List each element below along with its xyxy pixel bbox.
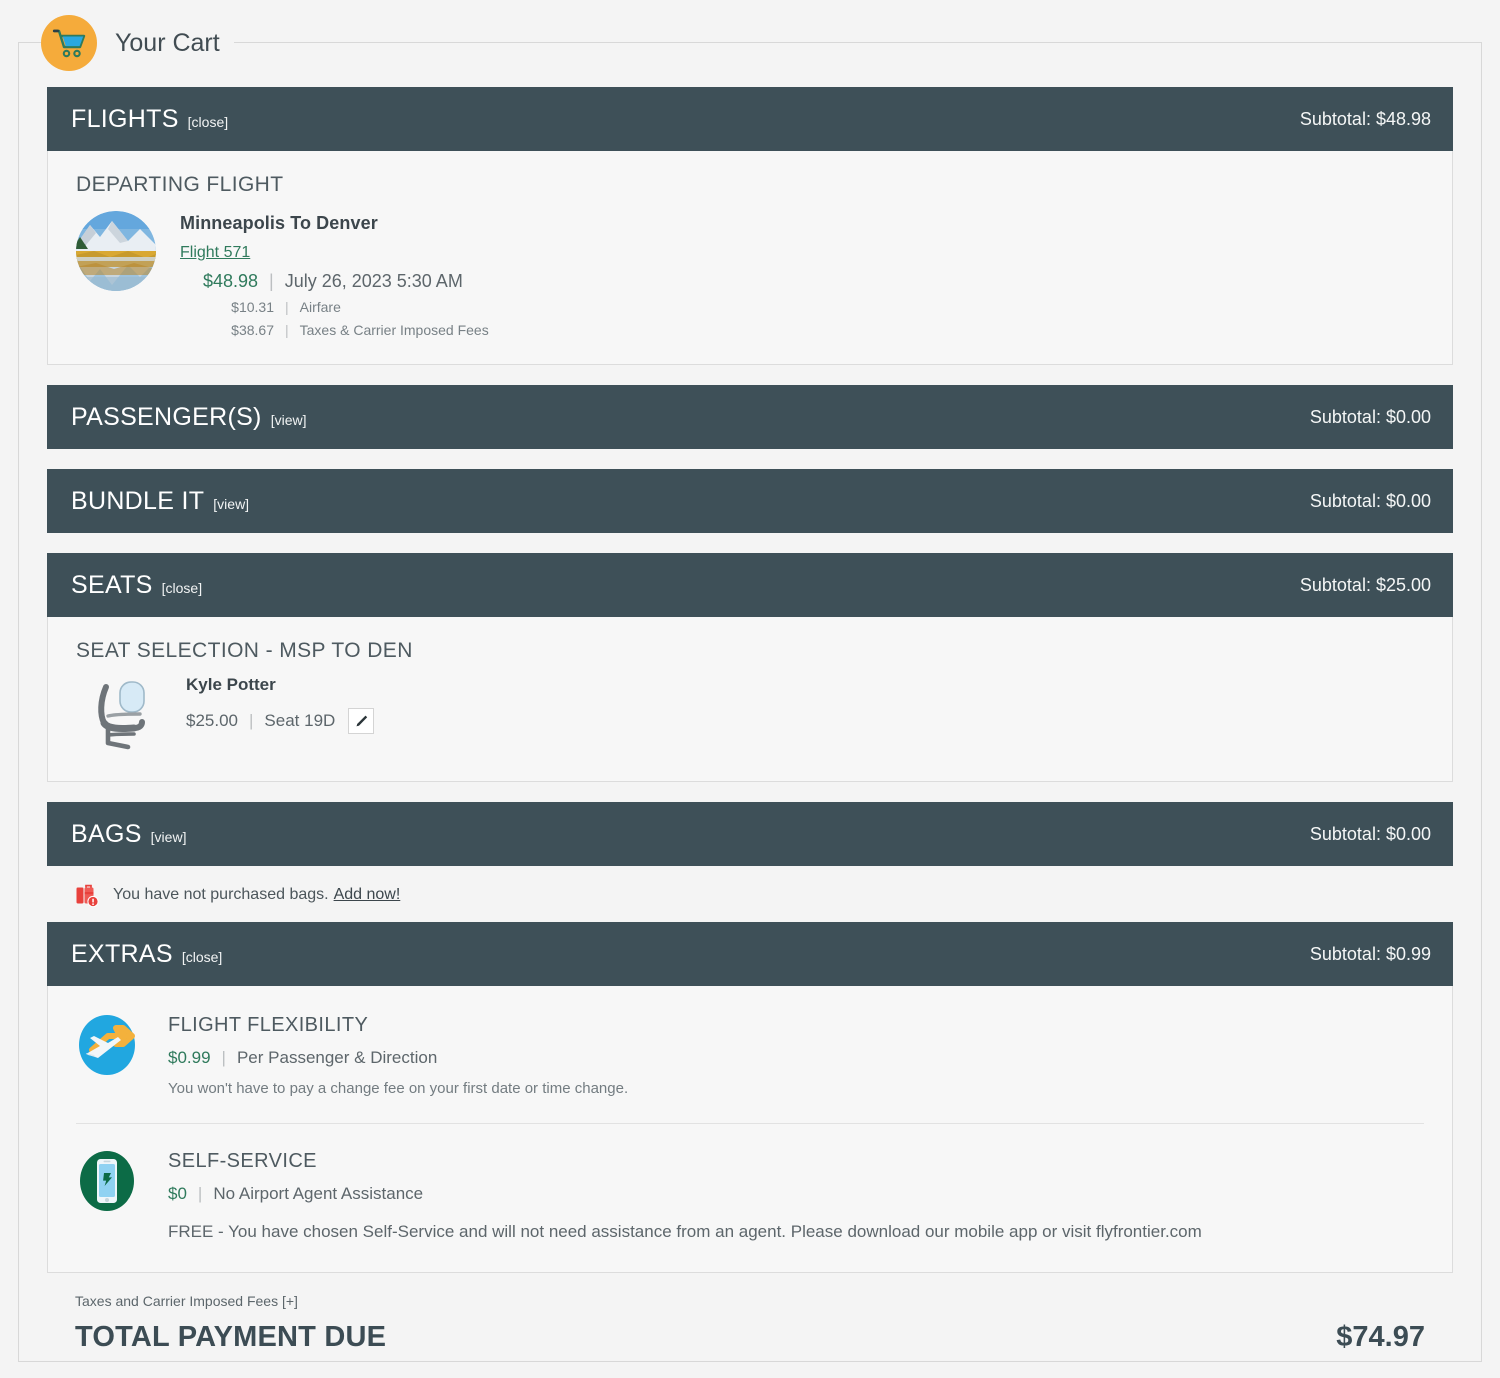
section-title-flights: FLIGHTS <box>71 104 179 133</box>
seat-selection-title: SEAT SELECTION - MSP TO DEN <box>76 639 413 662</box>
taxes-label: Taxes & Carrier Imposed Fees <box>299 322 489 338</box>
departing-flight-title: DEPARTING FLIGHT <box>76 173 284 196</box>
airfare-line: $10.31 | Airfare <box>180 299 489 315</box>
your-cart-panel: Your Cart FLIGHTS [close] Subtotal: $48.… <box>18 14 1482 1362</box>
total-payment-amount: $74.97 <box>1336 1321 1425 1353</box>
bags-notice: You have not purchased bags. Add now! <box>47 866 1453 922</box>
section-title-seats: SEATS <box>71 570 153 599</box>
section-header-bags[interactable]: BAGS [view] Subtotal: $0.00 <box>47 802 1453 866</box>
panel-seats: SEAT SELECTION - MSP TO DEN Kyle Potter … <box>47 617 1453 782</box>
destination-photo <box>76 211 156 291</box>
divider-pipe: | <box>221 1048 226 1067</box>
section-header-bundle[interactable]: BUNDLE IT [view] Subtotal: $0.00 <box>47 469 1453 533</box>
extra-price-line: $0.99 | Per Passenger & Direction <box>168 1048 628 1068</box>
divider-pipe: | <box>285 299 289 315</box>
taxes-note-label: Taxes and Carrier Imposed Fees [+] <box>75 1293 298 1309</box>
toggle-extras[interactable]: [close] <box>182 949 222 965</box>
subtotal-passengers: Subtotal: $0.00 <box>1309 406 1431 427</box>
divider-pipe: | <box>285 322 289 338</box>
toggle-bags[interactable]: [view] <box>151 829 187 845</box>
list-item: FLIGHT FLEXIBILITY $0.99 | Per Passenger… <box>76 1014 1424 1097</box>
seat-detail-line: $25.00 | Seat 19D <box>186 708 375 734</box>
bag-alert-icon <box>75 882 101 908</box>
subtotal-bags: Subtotal: $0.00 <box>1309 823 1431 844</box>
extra-name: SELF-SERVICE <box>168 1150 317 1172</box>
seat-number: Seat 19D <box>264 711 336 730</box>
toggle-passengers[interactable]: [view] <box>271 412 307 428</box>
flight-price-line: $48.98 | July 26, 2023 5:30 AM <box>180 271 489 292</box>
divider-pipe: | <box>249 711 254 730</box>
subtotal-flights: Subtotal: $48.98 <box>1299 108 1431 129</box>
extra-description: FREE - You have chosen Self-Service and … <box>168 1222 1202 1241</box>
airline-seat-icon <box>90 679 160 751</box>
subtotal-bundle: Subtotal: $0.00 <box>1309 490 1431 511</box>
extra-price: $0.99 <box>168 1048 211 1067</box>
flight-route: Minneapolis To Denver <box>180 213 378 233</box>
extra-qualifier: Per Passenger & Direction <box>236 1048 438 1067</box>
cart-footer: Taxes and Carrier Imposed Fees [+] TOTAL… <box>47 1273 1453 1354</box>
section-title-extras: EXTRAS <box>71 939 173 968</box>
edit-seat-button[interactable] <box>348 708 375 734</box>
toggle-flights[interactable]: [close] <box>188 114 228 130</box>
add-bags-link[interactable]: Add now! <box>334 886 401 904</box>
mobile-phone-icon <box>76 1150 138 1212</box>
panel-extras: FLIGHT FLEXIBILITY $0.99 | Per Passenger… <box>47 986 1453 1273</box>
section-header-flights[interactable]: FLIGHTS [close] Subtotal: $48.98 <box>47 87 1453 151</box>
extra-price: $0 <box>168 1184 187 1203</box>
plane-flexibility-icon <box>76 1014 138 1076</box>
flight-datetime: July 26, 2023 5:30 AM <box>284 271 463 291</box>
taxes-amount: $38.67 <box>231 322 274 338</box>
taxes-note[interactable]: Taxes and Carrier Imposed Fees [+] <box>75 1293 1425 1309</box>
extra-price-line: $0 | No Airport Agent Assistance <box>168 1184 1202 1204</box>
extra-description: You won't have to pay a change fee on yo… <box>168 1080 629 1097</box>
flight-number-link[interactable]: Flight 571 <box>180 244 250 262</box>
airfare-amount: $10.31 <box>231 299 274 315</box>
seat-passenger-name: Kyle Potter <box>186 675 276 694</box>
section-header-extras[interactable]: EXTRAS [close] Subtotal: $0.99 <box>47 922 1453 986</box>
bags-notice-text: You have not purchased bags. <box>113 886 329 903</box>
divider-pipe: | <box>269 271 274 291</box>
subtotal-extras: Subtotal: $0.99 <box>1309 943 1431 964</box>
section-title-bags: BAGS <box>71 819 142 848</box>
subtotal-seats: Subtotal: $25.00 <box>1299 574 1431 595</box>
total-row: TOTAL PAYMENT DUE $74.97 <box>75 1321 1425 1354</box>
divider-pipe: | <box>197 1184 203 1203</box>
toggle-bundle[interactable]: [view] <box>213 496 249 512</box>
flight-price: $48.98 <box>202 271 258 291</box>
toggle-seats[interactable]: [close] <box>162 580 202 596</box>
section-header-seats[interactable]: SEATS [close] Subtotal: $25.00 <box>47 553 1453 617</box>
panel-flights: DEPARTING FLIGHT Minneapolis To Denver F… <box>47 151 1453 365</box>
section-title-bundle: BUNDLE IT <box>71 486 205 515</box>
seat-price: $25.00 <box>186 711 238 730</box>
section-title-passengers: PASSENGER(S) <box>71 402 262 431</box>
section-header-passengers[interactable]: PASSENGER(S) [view] Subtotal: $0.00 <box>47 385 1453 449</box>
extra-name: FLIGHT FLEXIBILITY <box>168 1014 369 1036</box>
taxes-line: $38.67 | Taxes & Carrier Imposed Fees <box>180 322 489 338</box>
list-item: SELF-SERVICE $0 | No Airport Agent Assis… <box>76 1150 1424 1242</box>
total-payment-label: TOTAL PAYMENT DUE <box>75 1321 387 1353</box>
airfare-label: Airfare <box>299 299 341 315</box>
extra-qualifier: No Airport Agent Assistance <box>213 1184 424 1203</box>
